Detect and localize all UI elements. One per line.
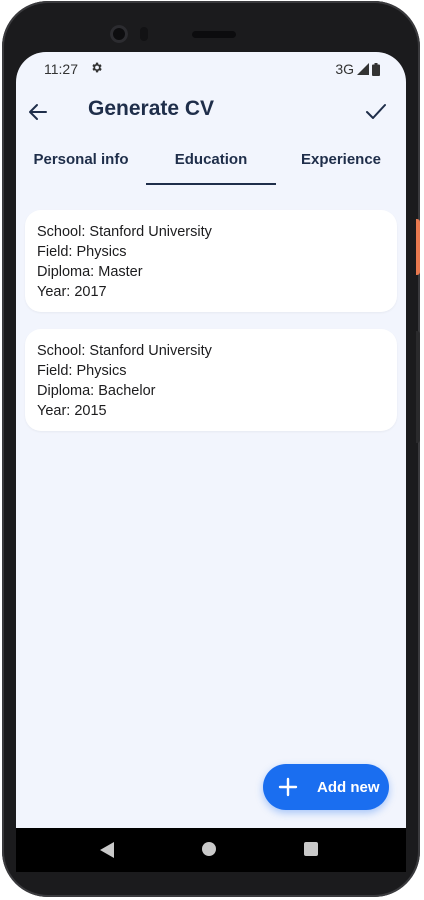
signal-icon [357,63,369,75]
settings-gear-icon [92,62,102,73]
status-indicators: 3G [335,61,380,77]
nav-back-icon[interactable] [100,842,114,858]
nav-home-icon[interactable] [202,842,216,856]
field-text: Field: Physics [37,363,127,379]
education-card[interactable]: School: Stanford University Field: Physi… [25,210,397,312]
power-button [416,219,420,275]
tab-bar: Personal info Education Experience [16,142,406,186]
school-text: School: Stanford University [37,343,212,359]
school-text: School: Stanford University [37,224,212,240]
plus-icon [278,777,298,797]
app-bar: Generate CV [16,88,406,134]
arrow-back-icon [29,104,47,120]
volume-button [416,331,420,443]
sensor [140,27,148,41]
selected-tab-indicator [146,183,276,185]
add-new-button[interactable]: Add new [263,764,389,810]
add-new-label: Add new [317,778,380,796]
education-card[interactable]: School: Stanford University Field: Physi… [25,329,397,431]
year-text: Year: 2017 [37,284,107,300]
front-camera [110,25,128,43]
tab-personal-info[interactable]: Personal info [16,142,146,186]
field-text: Field: Physics [37,244,127,260]
year-text: Year: 2015 [37,403,107,419]
back-button[interactable] [22,96,54,128]
nav-recents-icon[interactable] [304,842,318,856]
check-icon [366,104,386,119]
earpiece-speaker [192,31,236,38]
system-nav-bar [16,828,406,872]
page-title: Generate CV [88,97,215,120]
diploma-text: Diploma: Bachelor [37,383,156,399]
status-bar: 11:27 3G [16,52,406,86]
battery-icon [372,62,380,76]
diploma-text: Diploma: Master [37,264,143,280]
network-type: 3G [335,61,354,77]
status-time: 11:27 [44,61,78,77]
tab-experience[interactable]: Experience [276,142,406,186]
confirm-button[interactable] [360,96,392,128]
tab-education[interactable]: Education [146,142,276,186]
app-screen: 11:27 3G Generate CV Personal info Educa… [16,52,406,828]
